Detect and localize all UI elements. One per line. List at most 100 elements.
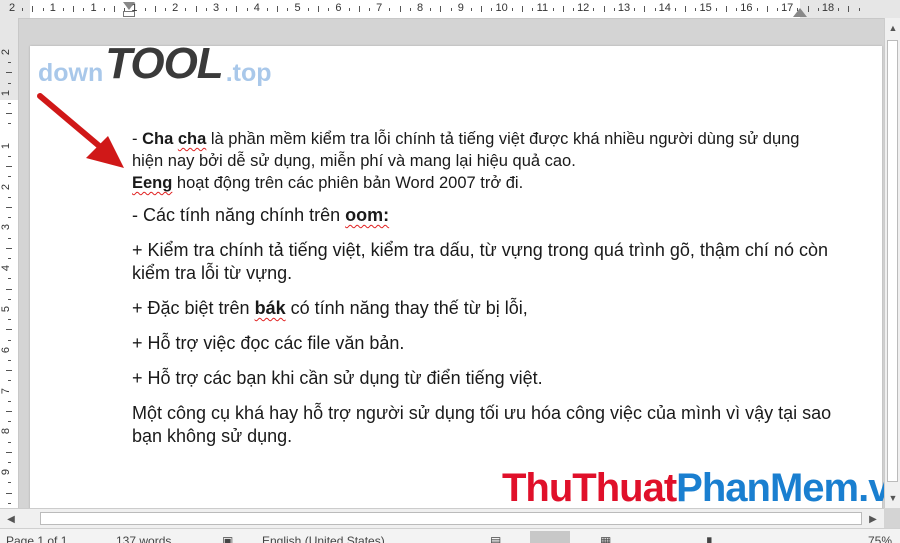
ruler-tick xyxy=(8,196,11,198)
ruler-tick xyxy=(348,8,350,11)
scroll-down-icon[interactable]: ▼ xyxy=(885,490,900,506)
ruler-tick xyxy=(103,8,105,11)
ruler-tick xyxy=(552,8,554,11)
ruler-tick xyxy=(522,6,523,12)
ruler-tick xyxy=(307,8,309,11)
ruler-number: 6 xyxy=(335,2,342,14)
ruler-tick xyxy=(715,8,717,11)
paragraph-feature-1: + Kiểm tra chính tả tiếng việt, kiểm tra… xyxy=(132,240,828,283)
ruler-tick xyxy=(185,8,187,11)
ruler-tick xyxy=(399,6,401,12)
ruler-tick xyxy=(22,8,24,11)
logo-part-down: down xyxy=(38,59,104,87)
ruler-tick xyxy=(6,72,12,74)
ruler-tick xyxy=(6,492,12,494)
ruler-tick xyxy=(511,8,513,11)
ruler-tick xyxy=(603,6,605,12)
ruler-tick xyxy=(562,6,564,12)
intro-text-2: hoạt động trên các phiên bản Word 2007 t… xyxy=(172,174,524,192)
ruler-tick xyxy=(654,8,656,11)
ruler-tick xyxy=(236,6,238,12)
ruler-tick xyxy=(573,8,574,11)
thuthuatphanmem-brand: ThuThuatPhanMem.vn xyxy=(502,466,900,511)
ruler-tick xyxy=(491,8,493,11)
dash: - xyxy=(132,130,143,148)
ruler-tick xyxy=(6,451,12,453)
paragraph-conclusion: Một công cụ khá hay hỗ trợ người sử dụng… xyxy=(132,403,832,446)
horizontal-ruler[interactable]: 2 1 1 1 2 3 4 5 6 7 8 9 10 11 12 13 14 15 16 17 18 xyxy=(0,0,900,19)
ruler-tick xyxy=(226,8,228,11)
logo-part-tool: TOOL xyxy=(105,39,223,88)
paragraph-feature-3: + Hỗ trợ việc đọc các file văn bản. xyxy=(132,333,405,353)
ruler-number: 14 xyxy=(658,2,671,14)
ruler-tick xyxy=(726,6,727,12)
ruler-tick xyxy=(736,8,738,11)
ruler-tick xyxy=(807,6,809,12)
ruler-number: 12 xyxy=(577,2,590,14)
ruler-tick xyxy=(8,82,11,84)
print-layout-button[interactable] xyxy=(530,531,570,543)
ruler-number: 2 xyxy=(8,2,16,14)
ruler-tick xyxy=(532,8,534,11)
ruler-tick xyxy=(613,8,615,11)
ruler-number: 1 xyxy=(131,2,138,14)
ruler-margin-right xyxy=(800,0,900,18)
ruler-tick xyxy=(165,8,166,11)
horizontal-scroll-thumb[interactable] xyxy=(40,512,862,525)
ruler-number: 7 xyxy=(376,2,383,14)
ruler-tick xyxy=(277,6,279,12)
ruler-tick xyxy=(430,8,432,11)
scroll-up-icon[interactable]: ▲ xyxy=(885,20,900,36)
ruler-number: 8 xyxy=(0,428,13,435)
ruler-number: 2 xyxy=(0,183,13,190)
ruler-tick xyxy=(144,8,146,11)
ruler-tick xyxy=(6,166,12,168)
ruler-tick xyxy=(695,8,697,11)
ruler-tick xyxy=(6,247,12,249)
ruler-tick xyxy=(634,8,636,11)
word-bak-misspelled: bák xyxy=(254,298,286,318)
vertical-scroll-thumb[interactable] xyxy=(887,40,898,482)
scroll-right-icon[interactable]: ▶ xyxy=(864,511,882,527)
ruler-number: 10 xyxy=(495,2,508,14)
ruler-tick xyxy=(42,8,44,11)
ruler-number: 2 xyxy=(172,2,179,14)
ruler-tick xyxy=(8,62,11,64)
ruler-tick xyxy=(8,103,11,104)
ruler-tick xyxy=(8,156,11,158)
ruler-tick xyxy=(858,8,860,11)
ruler-tick xyxy=(797,8,799,11)
vertical-scrollbar[interactable]: ▲ ▼ xyxy=(884,18,900,508)
ruler-tick xyxy=(685,6,687,12)
ruler-tick xyxy=(267,8,268,11)
scroll-left-icon[interactable]: ◀ xyxy=(2,511,20,527)
intro-text: là phần mềm kiểm tra lỗi chính tả tiếng … xyxy=(132,130,800,170)
ruler-tick xyxy=(471,8,472,11)
ruler-number: 7 xyxy=(0,387,13,394)
ruler-number: 1 xyxy=(90,2,97,14)
ruler-tick xyxy=(6,411,12,413)
ruler-tick xyxy=(369,8,370,11)
ruler-tick xyxy=(8,319,11,321)
vertical-ruler[interactable]: 2 1 1 2 3 4 5 6 7 8 9 xyxy=(0,18,19,518)
ruler-tick xyxy=(83,8,85,11)
ruler-tick xyxy=(195,6,197,12)
ruler-number: 5 xyxy=(294,2,301,14)
ruler-number: 8 xyxy=(416,2,424,14)
right-indent-marker[interactable] xyxy=(793,8,807,17)
status-bar: Page 1 of 1 137 words ▣ English (United … xyxy=(0,528,900,543)
document-body[interactable]: - Cha cha là phần mềm kiểm tra lỗi chính… xyxy=(132,128,832,460)
ruler-tick xyxy=(389,8,391,11)
ruler-tick xyxy=(8,400,11,402)
ruler-tick xyxy=(8,258,11,260)
ruler-tick xyxy=(777,8,778,11)
ruler-tick xyxy=(8,441,11,443)
ruler-tick xyxy=(287,8,289,11)
ruler-tick xyxy=(766,6,768,12)
horizontal-scrollbar[interactable]: ◀ ▶ xyxy=(0,508,884,529)
ruler-tick xyxy=(63,8,64,11)
ruler-tick xyxy=(124,8,126,11)
ruler-number: 3 xyxy=(212,2,220,14)
word-cha-misspelled: cha xyxy=(177,130,207,148)
ruler-number: 1 xyxy=(0,142,13,149)
